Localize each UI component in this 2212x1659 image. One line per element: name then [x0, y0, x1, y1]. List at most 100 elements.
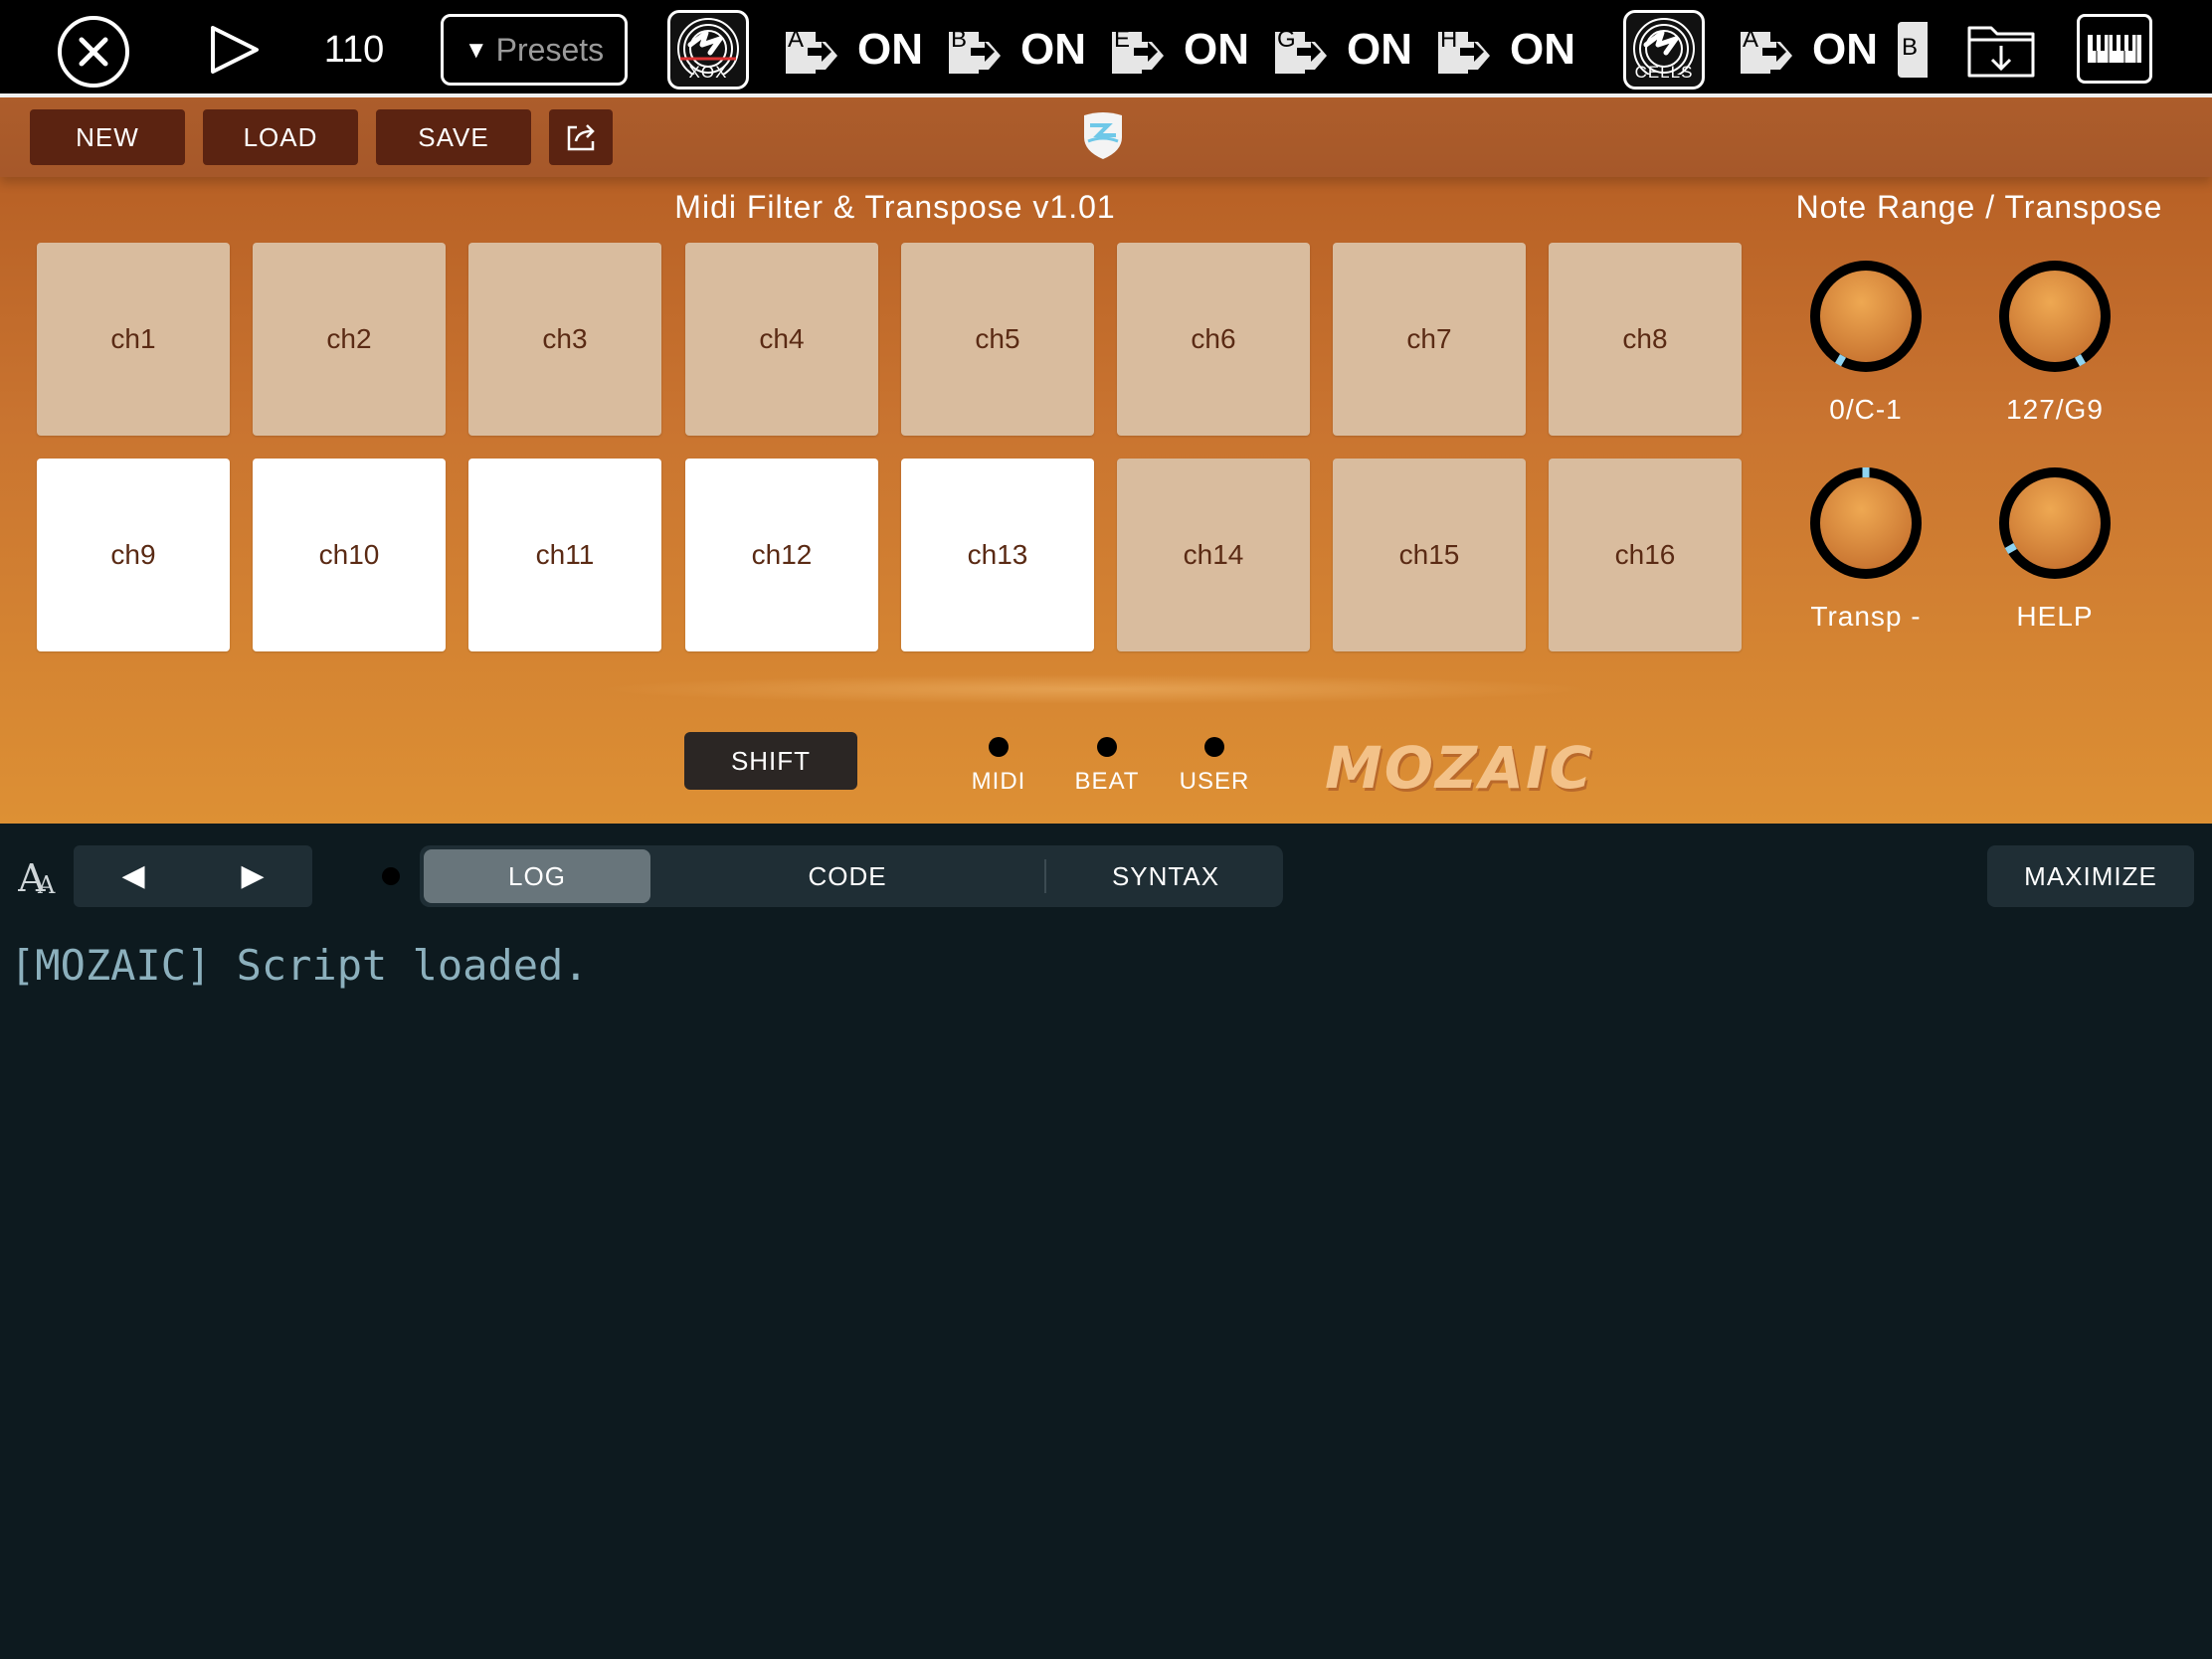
app-icon-xox[interactable]: XOX [667, 10, 749, 90]
play-button[interactable] [207, 24, 263, 76]
knob-section-title: Note Range / Transpose [1795, 189, 2163, 225]
plugin-panel: NEW LOAD SAVE Midi Filter & Transpose v1… [0, 97, 2212, 824]
knob-label: HELP [2016, 601, 2094, 632]
port-e-toggle[interactable]: E ON [1108, 14, 1249, 86]
pad-ch15[interactable]: ch15 [1333, 459, 1526, 651]
port-letter: H [1440, 26, 1458, 53]
knob-face [1820, 477, 1912, 569]
mozaic-logo: MOZAIC [1325, 734, 1594, 802]
pad-ch11[interactable]: ch11 [468, 459, 661, 651]
log-output-line: [MOZAIC] Script loaded. [10, 941, 589, 990]
knob-transpose[interactable] [1804, 461, 1928, 585]
pad-ch14[interactable]: ch14 [1117, 459, 1310, 651]
port-b-toggle[interactable]: B ON [945, 14, 1086, 86]
pad-ch1[interactable]: ch1 [37, 243, 230, 436]
tab-syntax[interactable]: SYNTAX [1052, 849, 1279, 903]
script-editor: A A ◀ ▶ LOG CODE SYNTAX MAXIMIZE [MOZAIC… [0, 824, 2212, 1659]
pad-ch7[interactable]: ch7 [1333, 243, 1526, 436]
tab-divider [1044, 859, 1046, 893]
knob-face [1820, 271, 1912, 362]
knob-range-low[interactable] [1804, 255, 1928, 378]
pad-ch8[interactable]: ch8 [1549, 243, 1742, 436]
port-state: ON [1812, 25, 1878, 74]
port-state: ON [1347, 25, 1412, 74]
svg-text:A: A [37, 871, 56, 899]
app-icon-cells[interactable]: CELLS [1623, 10, 1705, 90]
led-label: BEAT [1074, 768, 1140, 795]
pad-ch3[interactable]: ch3 [468, 243, 661, 436]
next-button[interactable]: ▶ [193, 845, 312, 907]
led-label: USER [1179, 768, 1250, 795]
maximize-button[interactable]: MAXIMIZE [1987, 845, 2194, 907]
user-led [1204, 737, 1224, 757]
port-g-toggle[interactable]: G ON [1271, 14, 1412, 86]
presets-label: Presets [495, 32, 605, 68]
keyboard-button[interactable] [2077, 14, 2152, 84]
beat-led [1097, 737, 1117, 757]
editor-tabs: LOG CODE SYNTAX [420, 845, 1283, 907]
port-state: ON [857, 25, 923, 74]
knob-indicator [2074, 354, 2087, 367]
folder-download-button[interactable] [1965, 16, 2037, 82]
tempo-display[interactable]: 110 [314, 22, 394, 78]
share-button[interactable] [549, 109, 613, 165]
port-letter: G [1277, 26, 1296, 53]
knob-indicator [1834, 354, 1847, 367]
host-toolbar: 110 ▼ Presets XOX A ON B ON E ON G ON H … [0, 0, 2212, 97]
load-button[interactable]: LOAD [203, 109, 358, 165]
presets-button[interactable]: ▼ Presets [441, 14, 628, 86]
save-button[interactable]: SAVE [376, 109, 531, 165]
folder-download-icon [1967, 26, 2035, 78]
previous-button[interactable]: ◀ [74, 845, 193, 907]
pad-ch16[interactable]: ch16 [1549, 459, 1742, 651]
port-state: ON [1510, 25, 1575, 74]
port-h-toggle[interactable]: H ON [1434, 14, 1575, 86]
knob-face [2009, 271, 2101, 362]
pad-ch12[interactable]: ch12 [685, 459, 878, 651]
knob-help[interactable] [1993, 461, 2117, 585]
piano-keyboard-icon [2088, 35, 2141, 63]
port-partial-toggle[interactable]: B [1898, 22, 1928, 78]
midi-led [989, 737, 1009, 757]
led-label: MIDI [971, 768, 1026, 795]
script-title: Midi Filter & Transpose v1.01 [674, 189, 1116, 225]
port-a2-toggle[interactable]: A ON [1737, 14, 1878, 86]
font-size-icon[interactable]: A A [18, 851, 62, 901]
new-button[interactable]: NEW [30, 109, 185, 165]
close-button[interactable] [58, 16, 129, 88]
script-toolbar: NEW LOAD SAVE [0, 97, 2212, 177]
app-label: CELLS [1634, 63, 1694, 82]
log-navigation: ◀ ▶ [74, 845, 312, 907]
port-letter: A [788, 26, 805, 53]
knob-face [2009, 477, 2101, 569]
tab-code[interactable]: CODE [708, 849, 987, 903]
port-letter: B [951, 26, 968, 53]
pad-ch2[interactable]: ch2 [253, 243, 446, 436]
knob-label: Transp - [1810, 601, 1922, 632]
share-icon [567, 124, 595, 151]
port-letter: B [1902, 34, 1919, 61]
knob-label: 0/C-1 [1829, 394, 1903, 425]
shield-logo-icon [1084, 112, 1122, 159]
port-state: ON [1020, 25, 1086, 74]
port-letter: A [1743, 26, 1759, 53]
port-letter: E [1114, 26, 1131, 53]
pad-ch5[interactable]: ch5 [901, 243, 1094, 436]
tab-log[interactable]: LOG [424, 849, 650, 903]
pad-ch4[interactable]: ch4 [685, 243, 878, 436]
pad-ch10[interactable]: ch10 [253, 459, 446, 651]
shift-button[interactable]: SHIFT [684, 732, 857, 790]
pad-ch6[interactable]: ch6 [1117, 243, 1310, 436]
knob-label: 127/G9 [2006, 394, 2104, 425]
port-a-toggle[interactable]: A ON [782, 14, 923, 86]
triangle-right-icon: ▶ [241, 859, 265, 892]
app-label: XOX [688, 63, 728, 82]
triangle-down-icon: ▼ [463, 37, 488, 64]
port-state: ON [1184, 25, 1249, 74]
play-icon [211, 26, 259, 74]
triangle-left-icon: ◀ [121, 859, 145, 892]
knob-range-high[interactable] [1993, 255, 2117, 378]
pad-ch13[interactable]: ch13 [901, 459, 1094, 651]
panel-highlight [597, 674, 1591, 704]
pad-ch9[interactable]: ch9 [37, 459, 230, 651]
